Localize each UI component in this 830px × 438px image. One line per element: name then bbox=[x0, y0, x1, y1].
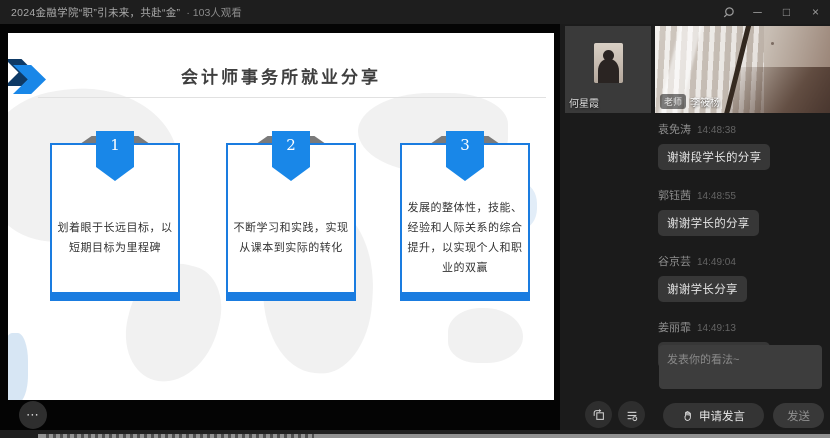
switch-view-button[interactable] bbox=[585, 401, 612, 428]
switch-view-icon bbox=[592, 408, 606, 422]
card-number: 3 bbox=[460, 136, 470, 154]
meeting-window: 2024金融学院“职”引未来，共赴“金” · 103人观看 ─ □ × 会计师事… bbox=[0, 0, 830, 438]
request-speak-label: 申请发言 bbox=[699, 408, 745, 424]
chat-display-settings-button[interactable] bbox=[618, 401, 645, 428]
slide: 会计师事务所就业分享 1 划着眼于长远目标，以短期目标为里程碑 2 不断学习和实… bbox=[8, 33, 554, 400]
card-number: 2 bbox=[286, 136, 296, 154]
avatar bbox=[594, 43, 623, 83]
chat-message: 郭钰茜 14:48:55 谢谢学长的分享 bbox=[658, 187, 826, 236]
chat-bubble: 谢谢学长的分享 bbox=[658, 210, 759, 236]
magnifier-icon[interactable] bbox=[714, 0, 743, 24]
request-speak-button[interactable]: 申请发言 bbox=[663, 403, 764, 428]
maximize-button[interactable]: □ bbox=[772, 0, 801, 24]
chat-bubble: 谢谢段学长的分享 bbox=[658, 144, 770, 170]
card-bottom-bar bbox=[402, 292, 528, 299]
presentation-stage: 会计师事务所就业分享 1 划着眼于长远目标，以短期目标为里程碑 2 不断学习和实… bbox=[0, 24, 560, 432]
world-map-decoration bbox=[448, 308, 523, 363]
participant-name: 何星霞 bbox=[569, 95, 599, 110]
minimize-button[interactable]: ─ bbox=[743, 0, 772, 24]
chat-timestamp: 14:49:13 bbox=[697, 323, 736, 334]
chat-timestamp: 14:48:38 bbox=[697, 125, 736, 136]
title-divider bbox=[38, 97, 546, 98]
chat-input[interactable] bbox=[659, 345, 822, 389]
close-button[interactable]: × bbox=[801, 0, 830, 24]
card-text: 不断学习和实践，实现从课本到实际的转化 bbox=[233, 218, 349, 258]
chat-sender: 谷京芸 bbox=[658, 256, 691, 268]
slide-title: 会计师事务所就业分享 bbox=[8, 63, 554, 88]
raise-hand-icon bbox=[682, 410, 694, 422]
teacher-label: 老师 李筱杨 bbox=[660, 94, 720, 109]
send-button[interactable]: 发送 bbox=[773, 403, 824, 428]
card-number: 1 bbox=[110, 136, 120, 154]
world-map-decoration bbox=[8, 333, 28, 400]
slide-card-1: 1 划着眼于长远目标，以短期目标为里程碑 bbox=[50, 143, 180, 301]
teacher-badge: 老师 bbox=[660, 94, 686, 109]
chat-sender: 郭钰茜 bbox=[658, 190, 691, 202]
card-bottom-bar bbox=[228, 292, 354, 299]
card-text: 划着眼于长远目标，以短期目标为里程碑 bbox=[57, 218, 173, 258]
card-text: 发展的整体性，技能、经验和人际关系的综合提升，以实现个人和职业的双赢 bbox=[407, 198, 523, 278]
chat-input-box[interactable] bbox=[659, 345, 822, 389]
teacher-name: 李筱杨 bbox=[690, 94, 720, 109]
window-title: 2024金融学院“职”引未来，共赴“金” bbox=[11, 5, 180, 20]
slide-card-2: 2 不断学习和实践，实现从课本到实际的转化 bbox=[226, 143, 356, 301]
slide-card-3: 3 发展的整体性，技能、经验和人际关系的综合提升，以实现个人和职业的双赢 bbox=[400, 143, 530, 301]
chat-timestamp: 14:48:55 bbox=[697, 191, 736, 202]
background-window-edge bbox=[0, 430, 830, 438]
viewer-count: · 103人观看 bbox=[186, 5, 241, 20]
chat-message: 袁免涛 14:48:38 谢谢段学长的分享 bbox=[658, 121, 826, 170]
chat-display-settings-icon bbox=[625, 408, 639, 422]
chat-sender: 袁免涛 bbox=[658, 124, 691, 136]
more-options-button[interactable]: ⋯ bbox=[19, 401, 47, 429]
chat-sender: 姜丽霏 bbox=[658, 322, 691, 334]
chat-bubble: 谢谢学长分享 bbox=[658, 276, 747, 302]
teacher-video-tile[interactable]: 老师 李筱杨 bbox=[655, 26, 830, 113]
participant-tile[interactable]: 何星霞 bbox=[565, 26, 651, 113]
card-bottom-bar bbox=[52, 292, 178, 299]
chat-message: 谷京芸 14:49:04 谢谢学长分享 bbox=[658, 253, 826, 302]
chat-timestamp: 14:49:04 bbox=[697, 257, 736, 268]
window-controls: ─ □ × bbox=[714, 0, 830, 24]
titlebar: 2024金融学院“职”引未来，共赴“金” · 103人观看 ─ □ × bbox=[0, 0, 830, 24]
